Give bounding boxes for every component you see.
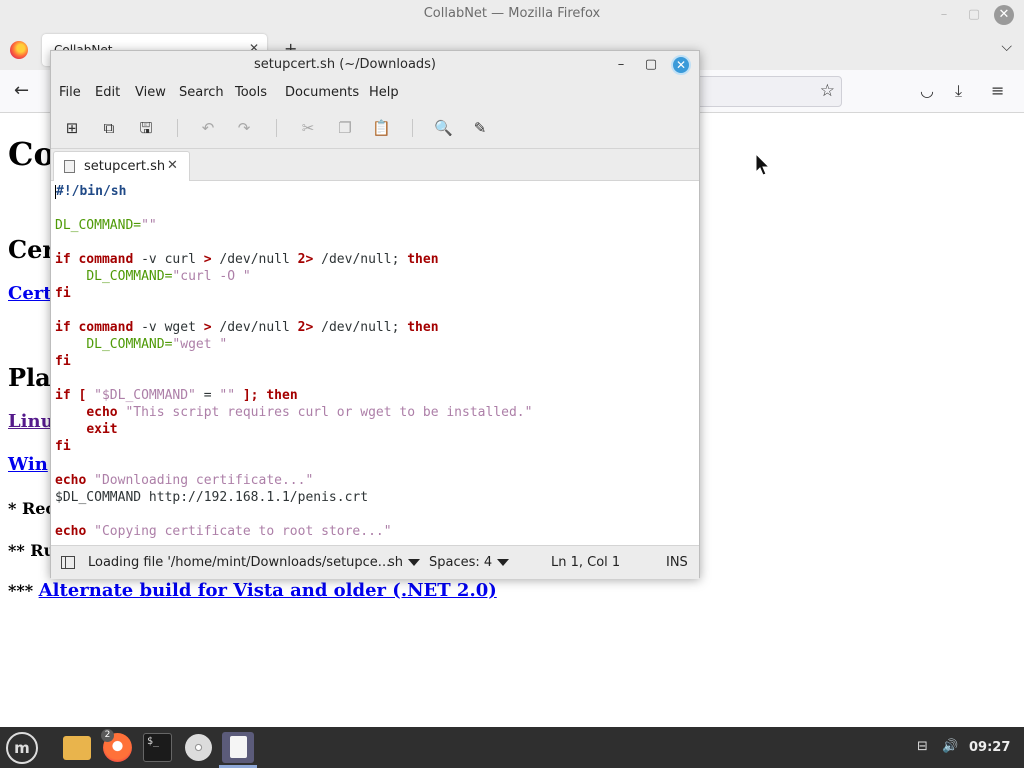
list-tabs-icon[interactable]: ⌵ — [1001, 39, 1012, 55]
editor-close-button[interactable]: ✕ — [671, 55, 691, 75]
open-document-icon[interactable]: ⧉ — [100, 119, 118, 137]
code-line: if command -v curl > /dev/null 2> /dev/n… — [55, 252, 439, 267]
new-document-icon[interactable]: ⊞ — [63, 119, 81, 137]
file-manager-icon[interactable] — [63, 736, 91, 760]
terminal-icon[interactable]: $_ — [143, 733, 172, 762]
firefox-window-title: CollabNet — Mozilla Firefox — [423, 6, 601, 21]
menu-view[interactable]: View — [135, 85, 166, 100]
save-icon[interactable]: 🖫 — [137, 119, 155, 137]
note-recommended: * Rec — [8, 499, 56, 518]
start-menu-icon[interactable]: m — [6, 732, 38, 764]
code-line: DL_COMMAND="" — [55, 218, 157, 233]
window-count-badge: 2 — [101, 729, 114, 742]
back-icon[interactable]: ← — [14, 80, 29, 101]
cut-icon[interactable]: ✂ — [299, 119, 317, 137]
code-line: echo "Copying certificate to root store.… — [55, 524, 392, 539]
firefox-close-button[interactable]: ✕ — [994, 5, 1014, 25]
page-heading: Co — [8, 135, 55, 173]
status-message: Loading file '/home/mint/Downloads/setup… — [88, 555, 391, 570]
redo-icon[interactable]: ↷ — [235, 119, 253, 137]
tab-width-selector[interactable]: Spaces: 4 — [429, 555, 510, 570]
app-menu-icon[interactable]: ≡ — [991, 81, 1004, 100]
text-editor-window: setupcert.sh (~/Downloads) – ▢ ✕ File Ed… — [50, 50, 700, 579]
toolbar-separator — [177, 119, 178, 137]
code-text-area[interactable]: #!/bin/sh DL_COMMAND="" if command -v cu… — [51, 182, 699, 542]
code-line: fi — [55, 354, 71, 369]
insert-mode: INS — [666, 555, 688, 570]
menu-tools[interactable]: Tools — [235, 85, 267, 100]
toolbar-separator — [276, 119, 277, 137]
pocket-icon[interactable]: ◡ — [920, 81, 934, 100]
alternate-build-link[interactable]: Alternate build for Vista and older (.NE… — [39, 580, 497, 601]
editor-titlebar[interactable]: setupcert.sh (~/Downloads) – ▢ ✕ — [51, 51, 699, 79]
find-replace-icon[interactable]: ✎ — [471, 119, 489, 137]
firefox-maximize-button[interactable]: ▢ — [964, 5, 984, 25]
editor-minimize-button[interactable]: – — [611, 55, 631, 75]
code-line: $DL_COMMAND http://192.168.1.1/penis.crt — [55, 490, 369, 505]
menu-help[interactable]: Help — [369, 85, 399, 100]
code-line: echo "Downloading certificate..." — [55, 473, 314, 488]
downloads-icon[interactable]: ⤓ — [955, 81, 962, 101]
disc-icon[interactable] — [185, 734, 212, 761]
firefox-titlebar: CollabNet — Mozilla Firefox – ▢ ✕ — [0, 0, 1024, 30]
undo-icon[interactable]: ↶ — [199, 119, 217, 137]
menu-edit[interactable]: Edit — [95, 85, 120, 100]
menu-documents[interactable]: Documents — [285, 85, 359, 100]
editor-tabbar: setupcert.sh ✕ — [51, 149, 699, 181]
editor-menubar: File Edit View Search Tools Documents He… — [51, 79, 699, 107]
mouse-pointer-icon — [755, 153, 771, 176]
text-editor-taskbar-icon[interactable] — [222, 732, 254, 763]
url-bar[interactable]: ☆ — [690, 76, 842, 107]
network-icon[interactable]: ⊟ — [917, 739, 928, 754]
code-line: echo "This script requires curl or wget … — [86, 405, 533, 420]
certificate-link[interactable]: Cert — [8, 283, 52, 304]
code-line: exit — [86, 422, 118, 437]
tab-close-icon[interactable]: ✕ — [167, 158, 178, 173]
editor-window-title: setupcert.sh (~/Downloads) — [253, 57, 437, 72]
volume-icon[interactable]: 🔊 — [942, 739, 958, 754]
platform-heading: Pla — [8, 363, 51, 392]
linux-link[interactable]: Linu — [8, 411, 54, 432]
chevron-down-icon — [497, 559, 510, 566]
clock[interactable]: 09:27 — [969, 740, 1010, 755]
paste-icon[interactable]: 📋 — [372, 119, 391, 137]
note-run: ** Ru — [8, 541, 56, 560]
note-alternate-prefix: *** — [8, 581, 39, 600]
code-line: fi — [55, 286, 71, 301]
code-line: if [ "$DL_COMMAND" = "" ]; then — [55, 388, 298, 403]
language-selector[interactable]: sh — [388, 555, 421, 570]
editor-maximize-button[interactable]: ▢ — [641, 55, 661, 75]
text-editor-page-icon — [230, 736, 247, 758]
firefox-minimize-button[interactable]: – — [934, 5, 954, 25]
menu-file[interactable]: File — [59, 85, 81, 100]
search-icon[interactable]: 🔍 — [434, 119, 453, 137]
text-file-icon — [64, 160, 75, 173]
code-line: #!/bin/sh — [55, 184, 127, 199]
windows-link[interactable]: Win — [8, 454, 48, 475]
menu-search[interactable]: Search — [179, 85, 224, 100]
note-alternate: *** Alternate build for Vista and older … — [8, 580, 497, 601]
chevron-down-icon — [408, 559, 421, 566]
code-line: fi — [55, 439, 71, 454]
taskbar: m 2 $_ ⊟ 🔊 09:27 — [0, 727, 1024, 768]
firefox-icon[interactable] — [10, 41, 28, 59]
copy-icon[interactable]: ❐ — [336, 119, 354, 137]
code-line: DL_COMMAND="curl -O " — [86, 269, 251, 284]
cursor-position: Ln 1, Col 1 — [551, 555, 621, 570]
editor-toolbar: ⊞ ⧉ 🖫 ↶ ↷ ✂ ❐ 📋 🔍 ✎ — [51, 107, 699, 149]
toolbar-separator — [412, 119, 413, 137]
document-tab[interactable]: setupcert.sh ✕ — [53, 151, 190, 181]
bookmark-star-icon[interactable]: ☆ — [820, 81, 835, 101]
document-tab-label: setupcert.sh — [84, 159, 166, 174]
certificate-heading: Cer — [8, 235, 56, 264]
editor-statusbar: Loading file '/home/mint/Downloads/setup… — [51, 545, 699, 579]
side-panel-icon[interactable] — [61, 556, 75, 569]
code-line: if command -v wget > /dev/null 2> /dev/n… — [55, 320, 439, 335]
code-line: DL_COMMAND="wget " — [86, 337, 228, 352]
